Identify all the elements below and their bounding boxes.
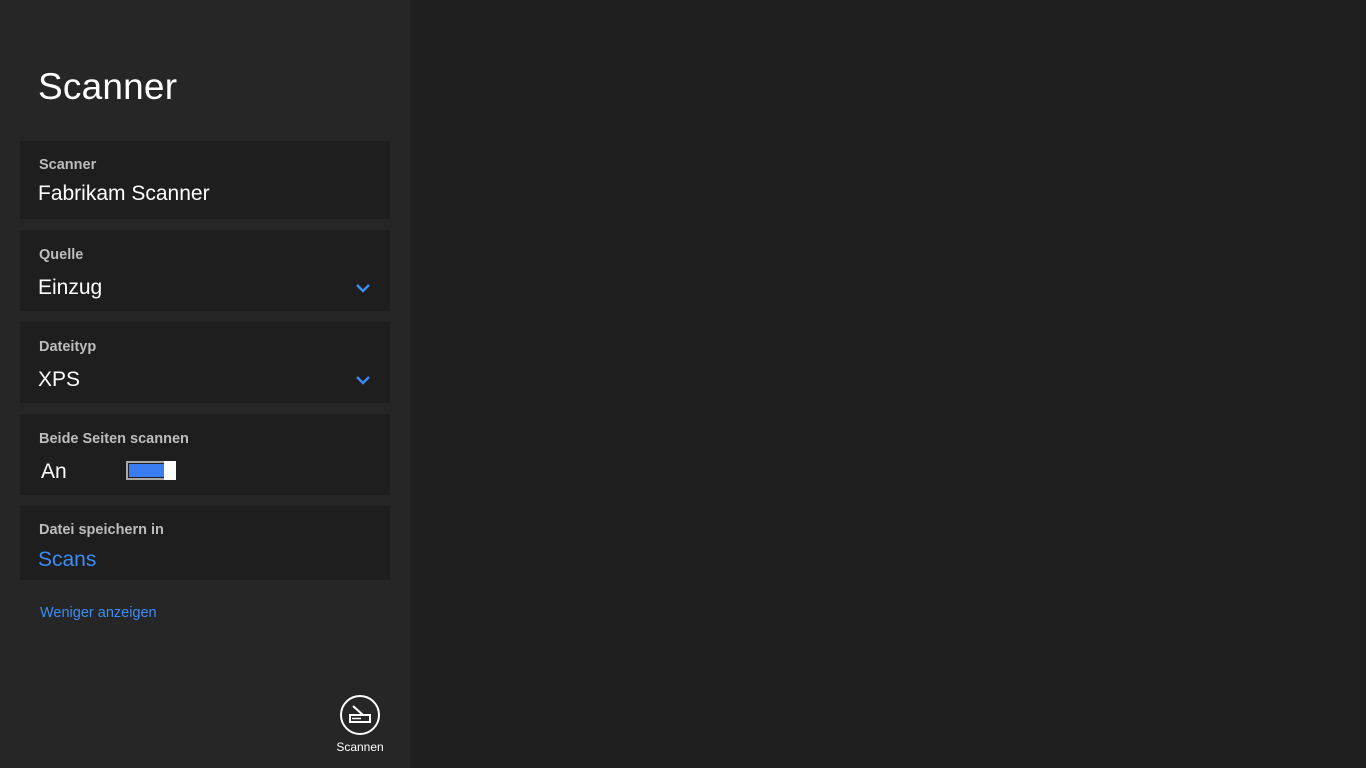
scanner-value: Fabrikam Scanner xyxy=(38,182,210,205)
toggle-thumb[interactable] xyxy=(164,461,176,480)
duplex-label: Beide Seiten scannen xyxy=(39,431,189,447)
chevron-down-icon[interactable] xyxy=(354,371,372,389)
save-location-label: Datei speichern in xyxy=(39,522,164,538)
scan-button[interactable]: Scannen xyxy=(330,692,390,758)
page-title: Scanner xyxy=(38,66,178,107)
save-location-setting: Datei speichern in Scans xyxy=(20,506,390,580)
source-dropdown[interactable]: Quelle Einzug xyxy=(20,230,390,311)
file-type-value: XPS xyxy=(38,368,81,391)
scanner-icon xyxy=(340,695,380,735)
file-type-label: Dateityp xyxy=(39,339,97,355)
chevron-down-icon[interactable] xyxy=(354,279,372,297)
file-type-dropdown[interactable]: Dateityp XPS xyxy=(20,322,390,403)
scanner-label: Scanner xyxy=(39,157,97,173)
duplex-state-text: An xyxy=(41,460,67,483)
settings-pane: Scanner Scanner Fabrikam Scanner Quelle … xyxy=(0,0,410,768)
app-window: Scanner Scanner Fabrikam Scanner Quelle … xyxy=(0,0,1366,768)
preview-area xyxy=(410,0,1366,768)
duplex-setting: Beide Seiten scannen An xyxy=(20,414,390,495)
show-less-link[interactable]: Weniger anzeigen xyxy=(40,605,157,621)
toggle-track-fill xyxy=(129,464,164,477)
duplex-toggle[interactable] xyxy=(126,461,176,480)
source-label: Quelle xyxy=(39,247,84,263)
scan-button-label: Scannen xyxy=(336,740,384,754)
scanner-selector[interactable]: Scanner Fabrikam Scanner xyxy=(20,141,390,219)
save-location-link[interactable]: Scans xyxy=(38,548,96,572)
source-value: Einzug xyxy=(38,276,103,299)
